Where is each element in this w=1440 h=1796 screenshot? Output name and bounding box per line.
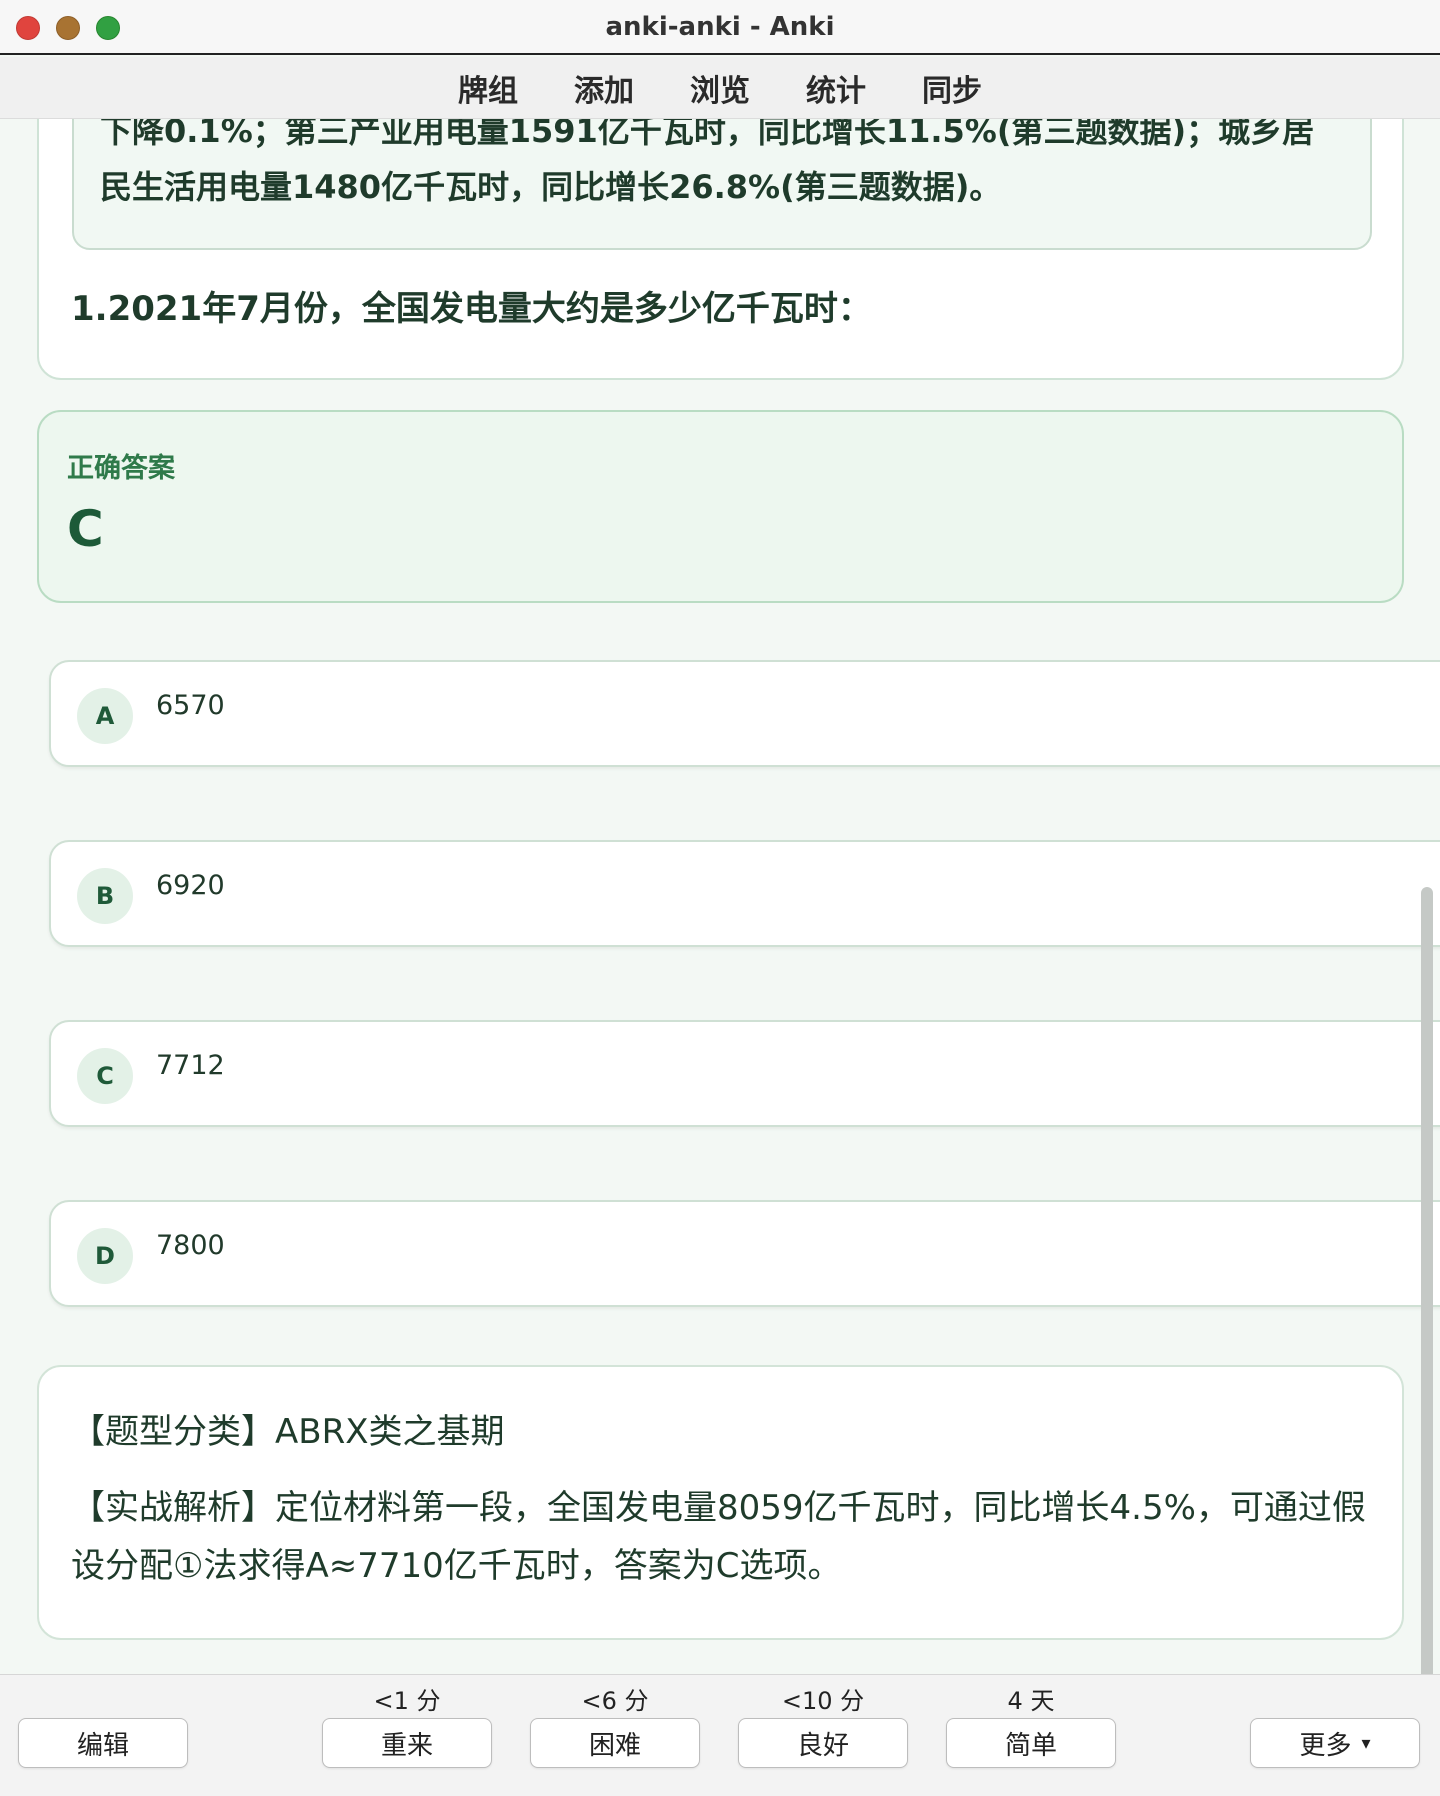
- more-label: 更多: [1299, 1730, 1352, 1761]
- vertical-scrollbar[interactable]: [1421, 887, 1433, 1674]
- option-badge: D: [77, 1228, 133, 1284]
- good-button[interactable]: 良好: [738, 1718, 908, 1768]
- explanation-analysis: 【实战解析】定位材料第一段，全国发电量8059亿千瓦时，同比增长4.5%，可通过…: [71, 1488, 1366, 1586]
- toolbar-sync[interactable]: 同步: [894, 66, 1010, 110]
- toolbar-add[interactable]: 添加: [546, 66, 662, 110]
- correct-answer-card: 正确答案 C: [37, 410, 1404, 603]
- correct-answer-label: 正确答案: [67, 453, 175, 484]
- option-a[interactable]: A 6570: [49, 660, 1440, 767]
- again-interval: <1 分: [373, 1687, 441, 1715]
- explanation-category: 【题型分类】ABRX类之基期: [71, 1412, 505, 1452]
- correct-answer-value: C: [67, 500, 104, 558]
- card-content[interactable]: 下降0.1%；第三产业用电量1591亿千瓦时，同比增长11.5%(第三题数据)；…: [0, 119, 1440, 1674]
- option-badge: B: [77, 868, 133, 924]
- again-button[interactable]: 重来: [322, 1718, 492, 1768]
- question-card: 下降0.1%；第三产业用电量1591亿千瓦时，同比增长11.5%(第三题数据)；…: [37, 119, 1404, 380]
- option-d[interactable]: D 7800: [49, 1200, 1440, 1307]
- toolbar-browse[interactable]: 浏览: [662, 66, 778, 110]
- option-text: 7800: [156, 1230, 225, 1261]
- window-title: anki-anki - Anki: [605, 12, 835, 42]
- review-bottom-bar: 编辑 <1 分 重来 <6 分 困难 <10 分 良好 4 天 简单 更多 ▾: [0, 1674, 1440, 1796]
- title-bar: anki-anki - Anki: [0, 0, 1440, 55]
- option-badge: C: [77, 1048, 133, 1104]
- material-line-2: 民生活用电量1480亿千瓦时，同比增长26.8%(第三题数据)。: [100, 168, 1002, 206]
- easy-button[interactable]: 简单: [946, 1718, 1116, 1768]
- material-box: 下降0.1%；第三产业用电量1591亿千瓦时，同比增长11.5%(第三题数据)；…: [72, 119, 1372, 250]
- toolbar-decks[interactable]: 牌组: [430, 66, 546, 110]
- material-line-1: 下降0.1%；第三产业用电量1591亿千瓦时，同比增长11.5%(第三题数据)；…: [100, 119, 1315, 150]
- option-text: 6920: [156, 870, 225, 901]
- option-badge: A: [77, 688, 133, 744]
- hard-button[interactable]: 困难: [530, 1718, 700, 1768]
- more-button[interactable]: 更多 ▾: [1250, 1718, 1420, 1768]
- option-text: 6570: [156, 690, 225, 721]
- option-text: 7712: [156, 1050, 225, 1081]
- edit-button[interactable]: 编辑: [18, 1718, 188, 1768]
- caret-down-icon: ▾: [1361, 1732, 1371, 1754]
- good-interval: <10 分: [781, 1687, 865, 1715]
- explanation-card: 【题型分类】ABRX类之基期 【实战解析】定位材料第一段，全国发电量8059亿千…: [37, 1365, 1404, 1640]
- anki-window: anki-anki - Anki 牌组 添加 浏览 统计 同步 下降0.1%；第…: [0, 0, 1440, 1796]
- toolbar-stats[interactable]: 统计: [778, 66, 894, 110]
- question-text: 1.2021年7月份，全国发电量大约是多少亿千瓦时：: [71, 289, 872, 329]
- option-c[interactable]: C 7712: [49, 1020, 1440, 1127]
- easy-interval: 4 天: [1007, 1687, 1055, 1715]
- option-b[interactable]: B 6920: [49, 840, 1440, 947]
- hard-interval: <6 分: [581, 1687, 649, 1715]
- main-toolbar: 牌组 添加 浏览 统计 同步: [0, 57, 1440, 119]
